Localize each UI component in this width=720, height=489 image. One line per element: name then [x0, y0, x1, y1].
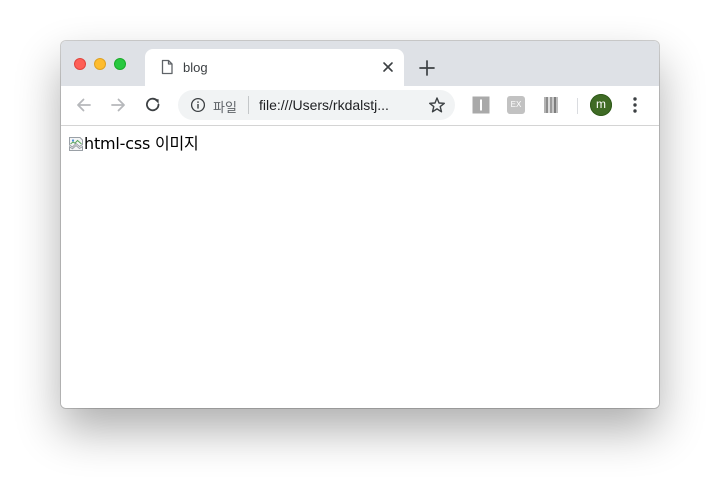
scheme-chip: 파일 — [213, 100, 237, 115]
broken-image-icon — [69, 137, 83, 151]
extension-icon[interactable] — [542, 96, 560, 114]
maximize-window-button[interactable] — [114, 58, 126, 70]
tab-blog[interactable]: blog — [145, 49, 404, 86]
browser-window: blog 파일 file:///Users/rkdalstj... EX m h… — [61, 41, 659, 408]
tab-strip: blog — [61, 41, 659, 86]
document-icon — [161, 59, 173, 75]
star-icon[interactable] — [428, 96, 446, 114]
minimize-window-button[interactable] — [94, 58, 106, 70]
close-window-button[interactable] — [74, 58, 86, 70]
ex-extension-icon[interactable]: EX — [507, 96, 525, 114]
page-content: html-css 이미지 — [61, 126, 659, 408]
image-alt-text: html-css 이미지 — [84, 134, 199, 153]
address-bar[interactable]: 파일 file:///Users/rkdalstj... — [178, 90, 455, 120]
close-tab-icon[interactable] — [380, 59, 396, 75]
kebab-menu-icon[interactable] — [626, 95, 644, 115]
arrow-back-icon[interactable] — [74, 95, 94, 115]
info-icon[interactable] — [190, 97, 206, 113]
reload-icon[interactable] — [143, 95, 163, 115]
omnibox-divider — [248, 96, 249, 114]
url-text[interactable]: file:///Users/rkdalstj... — [259, 97, 419, 113]
broken-image: html-css 이미지 — [68, 135, 199, 153]
extension-icon[interactable] — [472, 96, 490, 114]
tab-title: blog — [183, 60, 208, 75]
toolbar-divider — [577, 98, 578, 114]
new-tab-button[interactable] — [417, 58, 437, 78]
profile-avatar[interactable]: m — [590, 94, 612, 116]
toolbar: 파일 file:///Users/rkdalstj... EX m — [61, 86, 659, 126]
arrow-forward-icon[interactable] — [108, 95, 128, 115]
